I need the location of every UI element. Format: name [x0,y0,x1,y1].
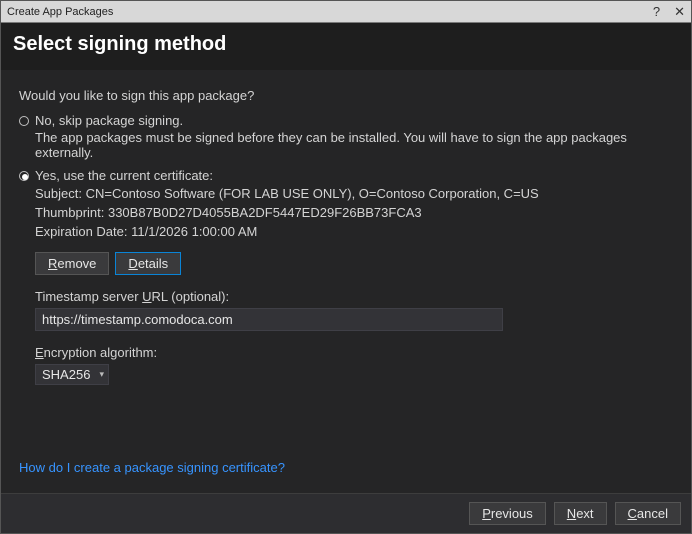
radio-skip-description: The app packages must be signed before t… [35,130,673,160]
radio-skip-signing[interactable]: No, skip package signing. The app packag… [19,113,673,160]
previous-button[interactable]: Previous [469,502,546,525]
timestamp-url-input[interactable] [35,308,503,331]
close-icon[interactable]: ✕ [674,4,685,20]
cert-buttons: Remove Details [35,252,673,275]
titlebar-icons: ? ✕ [653,4,685,20]
chevron-down-icon: ▾ [99,369,104,380]
help-icon[interactable]: ? [653,4,660,20]
encryption-select[interactable]: SHA256 ▾ [35,364,109,385]
remove-accel: R [48,256,57,271]
cancel-button[interactable]: Cancel [615,502,681,525]
content-area: Would you like to sign this app package?… [1,70,691,493]
encryption-field-group: Encryption algorithm: SHA256 ▾ [35,345,673,385]
radio-dot-cert [19,171,29,181]
next-button[interactable]: Next [554,502,607,525]
cert-expiration: Expiration Date: 11/1/2026 1:00:00 AM [35,223,673,242]
remove-button[interactable]: Remove [35,252,109,275]
timestamp-field-group: Timestamp server URL (optional): [35,289,673,331]
radio-dot-skip [19,116,29,126]
details-accel: D [128,256,137,271]
help-link[interactable]: How do I create a package signing certif… [19,460,673,475]
footer: Previous Next Cancel [1,493,691,533]
details-button[interactable]: Details [115,252,181,275]
timestamp-label: Timestamp server URL (optional): [35,289,673,304]
cert-subject: Subject: CN=Contoso Software (FOR LAB US… [35,185,673,204]
spacer [19,393,673,460]
page-title: Select signing method [13,33,679,56]
encryption-value: SHA256 [42,367,90,382]
remove-text: emove [57,256,96,271]
prompt-text: Would you like to sign this app package? [19,88,673,103]
dialog-window: Create App Packages ? ✕ Select signing m… [0,0,692,534]
radio-skip-label: No, skip package signing. [35,113,673,128]
cert-thumbprint: Thumbprint: 330B87B0D27D4055BA2DF5447ED2… [35,204,673,223]
window-title: Create App Packages [7,6,653,18]
certificate-details: Subject: CN=Contoso Software (FOR LAB US… [35,185,673,242]
radio-group: No, skip package signing. The app packag… [19,113,673,393]
titlebar: Create App Packages ? ✕ [1,1,691,23]
encryption-label: Encryption algorithm: [35,345,673,360]
radio-cert-label: Yes, use the current certificate: [35,168,673,183]
radio-use-certificate[interactable]: Yes, use the current certificate: Subjec… [19,168,673,385]
heading-area: Select signing method [1,23,691,70]
details-text: etails [138,256,168,271]
